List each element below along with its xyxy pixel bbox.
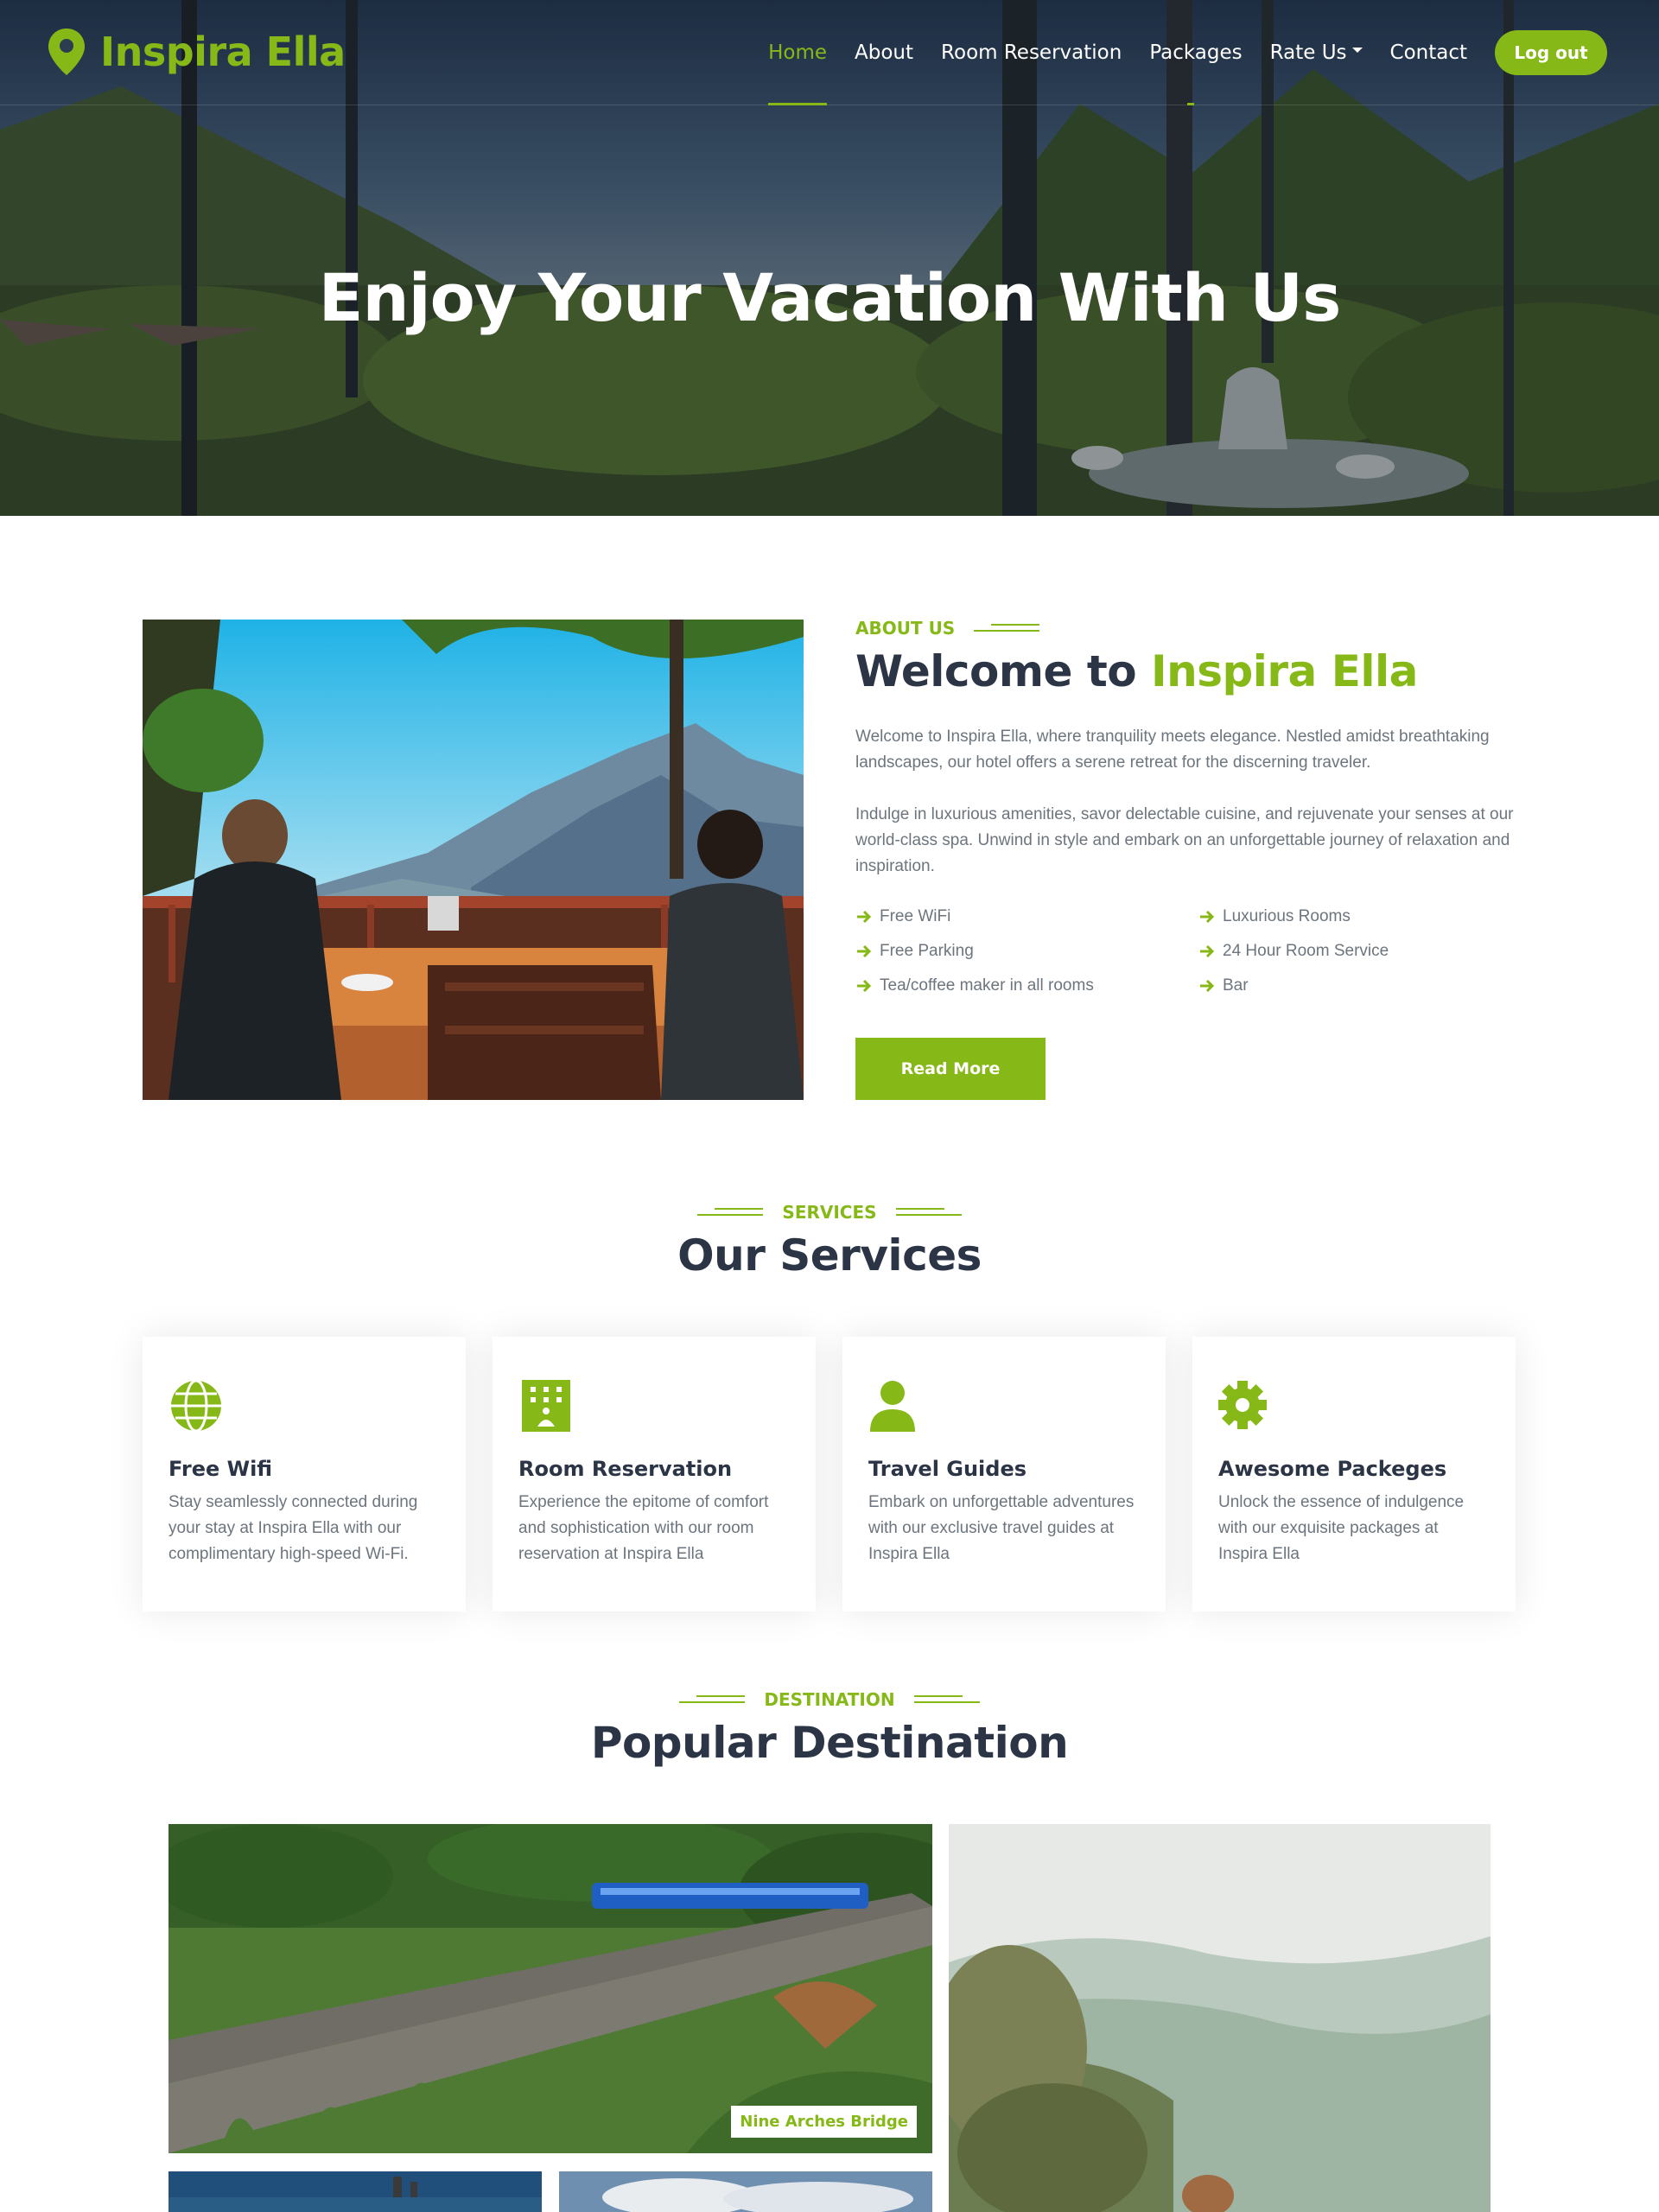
hotel-icon [522, 1380, 570, 1432]
nav-about[interactable]: About [855, 0, 913, 105]
nav-rate-us-label: Rate Us [1269, 41, 1347, 64]
about-paragraph-2: Indulge in luxurious amenities, savor de… [855, 805, 1514, 875]
service-title: Room Reservation [518, 1457, 733, 1481]
services-eyebrow: Services [0, 1202, 1659, 1223]
service-card-free-wifi[interactable]: Free Wifi Stay seamlessly connected duri… [143, 1337, 466, 1611]
cog-icon [1218, 1381, 1267, 1429]
eyebrow-decoration [679, 1694, 746, 1705]
about-title-prefix: Welcome to [855, 646, 1151, 696]
about-title: Welcome to Inspira Ella [855, 646, 1418, 696]
destination-title: Popular Destination [590, 1718, 1069, 1768]
destination-card-small[interactable] [168, 2171, 542, 2212]
destination-image [168, 1824, 932, 2153]
brand-name: Inspira Ella [100, 29, 346, 75]
nav-about-label: About [855, 41, 914, 64]
nav-home-label: Home [768, 41, 828, 64]
nav-contact[interactable]: Contact [1390, 0, 1467, 105]
service-description: Stay seamlessly connected during your st… [168, 1493, 418, 1563]
arrow-right-icon [1200, 910, 1215, 924]
destination-label: Nine Arches Bridge [731, 2106, 917, 2138]
nav-room-reservation-label: Room Reservation [941, 41, 1122, 64]
destination-eyebrow-label: Destination [764, 1689, 895, 1710]
service-description: Embark on unforgettable adventures with … [868, 1493, 1135, 1563]
hero-section: Inspira Ella Home About Room Reservation… [0, 0, 1659, 516]
feature-label: Free Parking [880, 942, 974, 960]
service-description: Unlock the essence of indulgence with ou… [1218, 1493, 1465, 1563]
arrow-right-icon [857, 944, 872, 958]
eyebrow-decoration [895, 1207, 962, 1217]
destination-image [168, 2171, 542, 2212]
nav-packages-label: Packages [1149, 41, 1243, 64]
feature-label: Free WiFi [880, 907, 951, 925]
feature-item: Free Parking [855, 942, 974, 961]
about-paragraph-1: Welcome to Inspira Ella, where tranquili… [855, 728, 1490, 772]
navbar: Inspira Ella Home About Room Reservation… [0, 0, 1659, 105]
destination-card-nine-arches[interactable]: Nine Arches Bridge [168, 1824, 932, 2153]
feature-item: 24 Hour Room Service [1198, 942, 1389, 961]
service-title: Awesome Packeges [1218, 1457, 1447, 1481]
nav-packages[interactable]: Packages [1149, 0, 1243, 105]
hero-title: Enjoy Your Vacation With Us [318, 259, 1342, 336]
globe-icon [171, 1379, 221, 1433]
arrow-right-icon [1200, 944, 1215, 958]
nav-room-reservation[interactable]: Room Reservation [941, 0, 1122, 105]
nav-contact-label: Contact [1389, 41, 1467, 64]
brand-logo[interactable]: Inspira Ella [48, 26, 346, 78]
services-title: Our Services [677, 1230, 982, 1281]
map-marker-icon [48, 29, 85, 75]
nav-home[interactable]: Home [768, 0, 828, 105]
destination-eyebrow: Destination [0, 1689, 1659, 1710]
arrow-right-icon [857, 910, 872, 924]
logout-button[interactable]: Log out [1495, 30, 1607, 75]
nav-hover-mark [1187, 103, 1195, 105]
main-nav: Home About Room Reservation Packages Rat… [768, 0, 1659, 105]
service-card-travel-guides[interactable]: Travel Guides Embark on unforgettable ad… [842, 1337, 1166, 1611]
service-card-room-reservation[interactable]: Room Reservation Experience the epitome … [493, 1337, 816, 1611]
nav-active-indicator [768, 103, 828, 105]
arrow-right-icon [857, 979, 872, 993]
nav-rate-us-dropdown[interactable]: Rate Us [1270, 0, 1363, 105]
about-image [143, 620, 804, 1100]
feature-label: Luxurious Rooms [1223, 907, 1351, 925]
service-description: Experience the epitome of comfort and so… [518, 1493, 769, 1563]
feature-item: Free WiFi [855, 907, 950, 926]
caret-down-icon [1351, 48, 1363, 53]
destination-image [559, 2171, 932, 2212]
feature-item: Luxurious Rooms [1198, 907, 1351, 926]
services-eyebrow-label: Services [782, 1202, 877, 1223]
destination-image [949, 1824, 1491, 2212]
arrow-right-icon [1200, 979, 1215, 993]
destination-card-small[interactable] [559, 2171, 932, 2212]
feature-item: Tea/coffee maker in all rooms [855, 976, 1094, 995]
feature-label: Tea/coffee maker in all rooms [880, 976, 1094, 995]
service-card-awesome-packages[interactable]: Awesome Packeges Unlock the essence of i… [1192, 1337, 1516, 1611]
service-title: Travel Guides [868, 1457, 1027, 1481]
user-icon [870, 1381, 915, 1432]
read-more-button[interactable]: Read More [855, 1038, 1046, 1100]
service-title: Free Wifi [168, 1457, 273, 1481]
feature-item: Bar [1198, 976, 1249, 995]
destination-card-mountain[interactable] [949, 1824, 1491, 2212]
about-eyebrow: About Us [855, 618, 1040, 639]
eyebrow-decoration [974, 623, 1040, 633]
about-title-accent: Inspira Ella [1151, 646, 1418, 696]
about-eyebrow-label: About Us [855, 618, 956, 639]
eyebrow-decoration [697, 1207, 764, 1217]
eyebrow-decoration [913, 1694, 980, 1705]
feature-label: Bar [1223, 976, 1249, 995]
feature-label: 24 Hour Room Service [1223, 942, 1389, 960]
